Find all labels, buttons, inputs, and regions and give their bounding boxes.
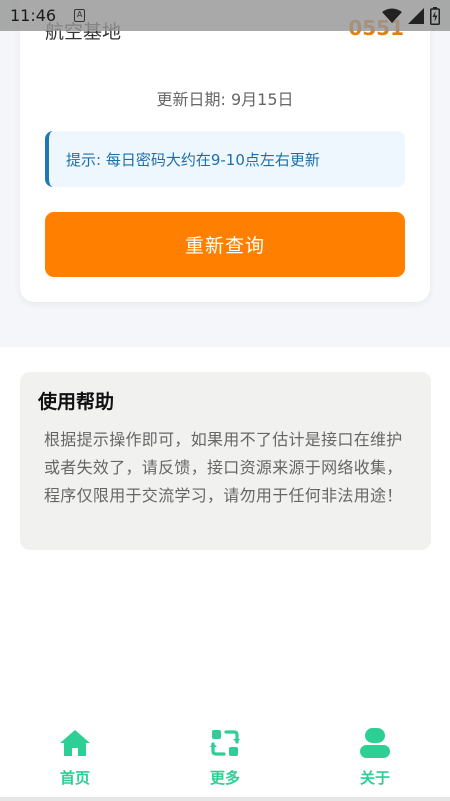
tip-text: 提示: 每日密码大约在9-10点左右更新 — [66, 150, 320, 169]
nav-label-home: 首页 — [59, 769, 90, 787]
update-date: 更新日期: 9月15日 — [156, 90, 294, 109]
nav-label-about: 关于 — [359, 769, 390, 787]
status-icons — [382, 6, 440, 25]
tip-box: 提示: 每日密码大约在9-10点左右更新 — [45, 131, 405, 187]
nav-item-more[interactable]: 更多 — [150, 718, 300, 801]
help-body: 根据提示操作即可，如果用不了估计是接口在维护或者失效了，请反馈，接口资源来源于网… — [44, 430, 403, 505]
app-screen: 航空基地 0551 更新日期: 9月15日 提示: 每日密码大约在9-10点左右… — [0, 0, 450, 801]
wifi-icon — [382, 8, 402, 24]
battery-icon — [430, 6, 440, 25]
help-title: 使用帮助 — [38, 391, 115, 413]
user-icon — [359, 727, 391, 759]
home-icon — [59, 727, 91, 759]
signal-icon — [408, 7, 424, 24]
status-bar: 11:46 A — [0, 0, 450, 31]
query-result-card: 航空基地 0551 更新日期: 9月15日 提示: 每日密码大约在9-10点左右… — [20, 0, 430, 302]
requery-button[interactable]: 重新查询 — [45, 212, 405, 277]
gesture-bar — [0, 797, 450, 801]
status-time: 11:46 — [10, 6, 57, 25]
bottom-nav: 首页 更多 关于 — [0, 718, 450, 801]
nav-label-more: 更多 — [209, 769, 240, 787]
nav-item-home[interactable]: 首页 — [0, 718, 150, 801]
refresh-icon — [209, 727, 241, 759]
help-section: 使用帮助 根据提示操作即可，如果用不了估计是接口在维护或者失效了，请反馈，接口资… — [20, 372, 431, 550]
nav-item-about[interactable]: 关于 — [300, 718, 450, 801]
notification-icon: A — [74, 9, 86, 22]
